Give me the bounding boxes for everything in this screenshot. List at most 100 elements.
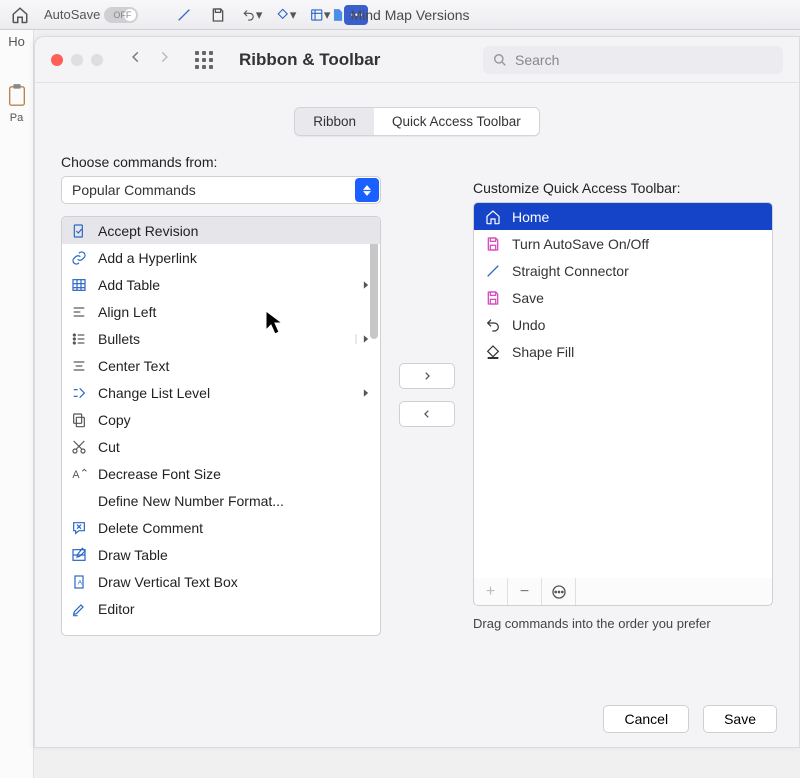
table-icon — [70, 277, 88, 293]
command-row[interactable]: A Decrease Font Size — [62, 460, 380, 487]
align-left-icon — [70, 304, 88, 320]
remove-button[interactable] — [399, 401, 455, 427]
modal-title: Ribbon & Toolbar — [239, 50, 380, 70]
table-icon[interactable]: ▾ — [310, 5, 330, 25]
command-row[interactable]: Align Left — [62, 298, 380, 325]
align-center-icon — [70, 358, 88, 374]
connector-icon — [484, 263, 502, 279]
qat-row[interactable]: Save — [474, 284, 772, 311]
save-icon[interactable] — [208, 5, 228, 25]
home-tab-label[interactable]: Ho — [0, 30, 33, 55]
textbox-v-icon: A — [70, 574, 88, 590]
qat-row[interactable]: Home — [474, 203, 772, 230]
paste-icon[interactable]: Pa — [0, 83, 33, 124]
qat-row[interactable]: Straight Connector — [474, 257, 772, 284]
tab-bar: Ribbon Quick Access Toolbar — [35, 83, 799, 154]
shape-fill-icon — [484, 344, 502, 360]
command-row[interactable]: Editor — [62, 595, 380, 622]
window-controls[interactable] — [51, 54, 103, 66]
qat-row[interactable]: Shape Fill — [474, 338, 772, 365]
command-row[interactable]: Center Text — [62, 352, 380, 379]
select-caret-icon[interactable] — [355, 178, 379, 202]
command-label: Draw Table — [98, 547, 168, 563]
drag-hint: Drag commands into the order you prefer — [473, 616, 773, 631]
command-row[interactable]: Accept Revision — [62, 217, 380, 244]
link-icon — [70, 250, 88, 266]
comment-x-icon — [70, 520, 88, 536]
qat-row[interactable]: Turn AutoSave On/Off — [474, 230, 772, 257]
command-label: Decrease Font Size — [98, 466, 221, 482]
command-row[interactable]: Add Table — [62, 271, 380, 298]
autosave-toggle[interactable]: AutoSave OFF — [44, 7, 160, 23]
tab-qat[interactable]: Quick Access Toolbar — [374, 108, 539, 135]
preferences-modal: Ribbon & Toolbar Search Ribbon Quick Acc… — [34, 36, 800, 748]
tab-ribbon[interactable]: Ribbon — [295, 108, 374, 135]
doc-check-icon — [70, 223, 88, 239]
search-placeholder: Search — [515, 52, 559, 68]
commands-listbox[interactable]: Accept Revision Add a Hyperlink Add Table A… — [61, 216, 381, 636]
qat-row[interactable]: Undo — [474, 311, 772, 338]
command-label: Draw Vertical Text Box — [98, 574, 238, 590]
qat-label: Shape Fill — [512, 344, 574, 360]
command-row[interactable]: A Draw Vertical Text Box — [62, 568, 380, 595]
command-row[interactable]: Change List Level — [62, 379, 380, 406]
search-input[interactable]: Search — [483, 46, 783, 74]
svg-text:A: A — [72, 469, 80, 481]
shape-fill-icon[interactable]: ▾ — [276, 5, 296, 25]
save-pink-icon — [484, 290, 502, 306]
command-row[interactable]: Bullets — [62, 325, 380, 352]
autosave-label: AutoSave — [44, 7, 100, 22]
command-label: Add Table — [98, 277, 160, 293]
back-button[interactable] — [129, 50, 143, 69]
remove-item-button[interactable]: − — [508, 578, 542, 605]
close-icon[interactable] — [51, 54, 63, 66]
command-label: Copy — [98, 412, 131, 428]
cancel-button[interactable]: Cancel — [603, 705, 689, 733]
editor-icon — [70, 601, 88, 617]
qat-label: Save — [512, 290, 544, 306]
document-title: Mind Map Versions — [330, 7, 469, 23]
bullets-icon — [70, 331, 88, 347]
commands-source-select[interactable]: Popular Commands — [61, 176, 381, 204]
list-level-icon — [70, 385, 88, 401]
draw-table-icon — [70, 547, 88, 563]
qat-list-toolbar: + − — [473, 578, 773, 606]
command-label: Accept Revision — [98, 223, 198, 239]
more-options-button[interactable] — [542, 578, 576, 605]
command-row[interactable]: Add a Hyperlink — [62, 244, 380, 271]
transfer-buttons — [395, 154, 459, 636]
qat-label: Turn AutoSave On/Off — [512, 236, 649, 252]
save-button[interactable]: Save — [703, 705, 777, 733]
command-label: Align Left — [98, 304, 156, 320]
command-row[interactable]: Define New Number Format... — [62, 487, 380, 514]
command-row[interactable]: Draw Table — [62, 541, 380, 568]
command-row[interactable]: Delete Comment — [62, 514, 380, 541]
undo-icon[interactable]: ▾ — [242, 5, 262, 25]
command-label: Cut — [98, 439, 120, 455]
cut-icon — [70, 439, 88, 455]
add-button[interactable] — [399, 363, 455, 389]
modal-header: Ribbon & Toolbar Search — [35, 37, 799, 83]
undo-icon — [484, 317, 502, 333]
forward-button[interactable] — [157, 50, 171, 69]
add-item-button[interactable]: + — [474, 578, 508, 605]
autosave-state: OFF — [113, 10, 131, 20]
show-all-icon[interactable] — [195, 51, 213, 69]
zoom-icon — [91, 54, 103, 66]
choose-commands-label: Choose commands from: — [61, 154, 381, 170]
svg-text:A: A — [78, 579, 83, 586]
home-icon[interactable] — [10, 5, 30, 25]
command-label: Define New Number Format... — [98, 493, 284, 509]
qat-listbox[interactable]: Home Turn AutoSave On/Off Straight Connect… — [473, 202, 773, 582]
command-row[interactable]: Copy — [62, 406, 380, 433]
command-label: Bullets — [98, 331, 140, 347]
dialog-footer: Cancel Save — [603, 705, 777, 733]
command-row[interactable]: Cut — [62, 433, 380, 460]
command-label: Editor — [98, 601, 135, 617]
home-icon — [484, 209, 502, 225]
customize-qat-label: Customize Quick Access Toolbar: — [473, 180, 773, 196]
copy-icon — [70, 412, 88, 428]
connector-icon[interactable] — [174, 5, 194, 25]
font-dec-icon: A — [70, 466, 88, 482]
qat-label: Straight Connector — [512, 263, 629, 279]
